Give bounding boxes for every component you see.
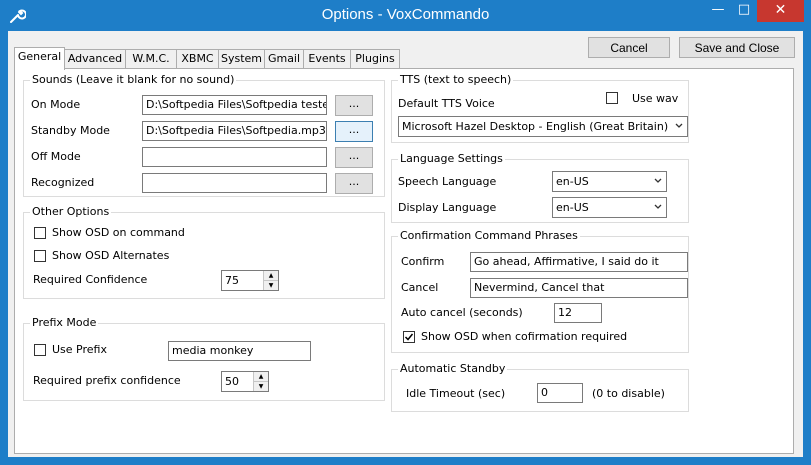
- prefix-mode-group: Prefix Mode Use Prefix media monkey Requ…: [23, 316, 385, 401]
- display-language-dropdown[interactable]: en-US: [552, 197, 667, 218]
- tab-advanced[interactable]: Advanced: [64, 49, 126, 69]
- cancel-label: Cancel: [401, 281, 439, 294]
- show-osd-confirmation-label: Show OSD when cofirmation required: [421, 330, 628, 343]
- required-prefix-confidence-label: Required prefix confidence: [33, 374, 181, 387]
- tts-voice-dropdown[interactable]: Microsoft Hazel Desktop - English (Great…: [398, 116, 688, 137]
- prefix-confidence-spin-buttons[interactable]: ▲ ▼: [253, 372, 268, 391]
- standby-mode-browse-button[interactable]: ...: [335, 121, 373, 142]
- options-window: Options - VoxCommando — □ ✕ Cancel Save …: [0, 0, 811, 465]
- recognized-browse-button[interactable]: ...: [335, 173, 373, 194]
- speech-language-dropdown[interactable]: en-US: [552, 171, 667, 192]
- default-tts-voice-label: Default TTS Voice: [398, 97, 495, 110]
- tts-voice-value: Microsoft Hazel Desktop - English (Great…: [402, 120, 669, 133]
- minimize-button[interactable]: —: [705, 0, 731, 22]
- tab-system[interactable]: System: [218, 49, 265, 69]
- required-confidence-spin-buttons[interactable]: ▲ ▼: [263, 271, 278, 290]
- window-title: Options - VoxCommando: [321, 6, 490, 23]
- show-osd-on-command-label: Show OSD on command: [52, 226, 185, 239]
- tts-group-label: TTS (text to speech): [398, 73, 514, 86]
- off-mode-label: Off Mode: [31, 150, 81, 163]
- off-mode-browse-button[interactable]: ...: [335, 147, 373, 168]
- on-mode-label: On Mode: [31, 98, 81, 111]
- checkmark-icon: [404, 333, 414, 341]
- show-osd-alternates-label: Show OSD Alternates: [52, 249, 170, 262]
- automatic-standby-group: Automatic Standby Idle Timeout (sec) 0 (…: [391, 362, 689, 412]
- other-options-group-label: Other Options: [30, 205, 112, 218]
- required-confidence-value: 75: [225, 274, 239, 287]
- title-bar[interactable]: Options - VoxCommando — □ ✕: [0, 0, 811, 31]
- prefix-mode-group-label: Prefix Mode: [30, 316, 99, 329]
- tab-plugins[interactable]: Plugins: [350, 49, 400, 69]
- cancel-phrases-field[interactable]: Nevermind, Cancel that: [470, 278, 688, 298]
- standby-mode-label: Standby Mode: [31, 124, 110, 137]
- spin-down-icon[interactable]: ▼: [264, 281, 278, 290]
- use-prefix-checkbox[interactable]: [34, 344, 46, 356]
- language-settings-group-label: Language Settings: [398, 152, 505, 165]
- tab-gmail[interactable]: Gmail: [264, 49, 304, 69]
- standby-mode-path-field[interactable]: D:\Softpedia Files\Softpedia.mp3.wav: [142, 121, 327, 141]
- sounds-group: Sounds (Leave it blank for no sound) On …: [23, 73, 385, 197]
- recognized-label: Recognized: [31, 176, 95, 189]
- other-options-group: Other Options Show OSD on command Show O…: [23, 205, 385, 299]
- tab-general[interactable]: General: [14, 47, 65, 70]
- idle-timeout-field[interactable]: 0: [537, 383, 583, 403]
- tts-group: TTS (text to speech) Default TTS Voice U…: [391, 73, 689, 143]
- maximize-button[interactable]: □: [731, 0, 757, 22]
- show-osd-alternates-checkbox[interactable]: [34, 250, 46, 262]
- display-language-value: en-US: [556, 201, 589, 214]
- display-language-label: Display Language: [398, 201, 497, 214]
- auto-cancel-seconds-field[interactable]: 12: [554, 303, 602, 323]
- required-confidence-label: Required Confidence: [33, 273, 148, 286]
- chevron-down-icon: [675, 123, 683, 128]
- tab-wmc[interactable]: W.M.C.: [125, 49, 177, 69]
- cancel-button[interactable]: Cancel: [588, 37, 670, 58]
- sounds-group-label: Sounds (Leave it blank for no sound): [30, 73, 237, 86]
- spin-up-icon[interactable]: ▲: [254, 372, 268, 382]
- idle-timeout-hint: (0 to disable): [592, 387, 665, 400]
- confirmation-phrases-group-label: Confirmation Command Phrases: [398, 229, 580, 242]
- use-wav-checkbox[interactable]: [606, 92, 618, 104]
- spin-up-icon[interactable]: ▲: [264, 271, 278, 281]
- off-mode-path-field[interactable]: [142, 147, 327, 167]
- language-settings-group: Language Settings Speech Language en-US …: [391, 152, 689, 223]
- on-mode-path-field[interactable]: D:\Softpedia Files\Softpedia tested.wa: [142, 95, 327, 115]
- general-tab-page: Sounds (Leave it blank for no sound) On …: [14, 68, 794, 454]
- tab-events[interactable]: Events: [303, 49, 351, 69]
- use-prefix-label: Use Prefix: [52, 343, 107, 356]
- chevron-down-icon: [654, 178, 662, 183]
- automatic-standby-group-label: Automatic Standby: [398, 362, 508, 375]
- auto-cancel-label: Auto cancel (seconds): [401, 306, 523, 319]
- prefix-text-field[interactable]: media monkey: [168, 341, 311, 361]
- use-wav-label: Use wav: [632, 92, 679, 105]
- close-button[interactable]: ✕: [757, 0, 804, 22]
- confirm-label: Confirm: [401, 255, 445, 268]
- speech-language-label: Speech Language: [398, 175, 497, 188]
- spin-down-icon[interactable]: ▼: [254, 382, 268, 391]
- show-osd-confirmation-checkbox[interactable]: [403, 331, 415, 343]
- show-osd-on-command-checkbox[interactable]: [34, 227, 46, 239]
- confirmation-phrases-group: Confirmation Command Phrases Confirm Go …: [391, 229, 689, 353]
- required-prefix-confidence-stepper[interactable]: 50 ▲ ▼: [221, 371, 269, 392]
- tab-xbmc[interactable]: XBMC: [176, 49, 219, 69]
- required-confidence-stepper[interactable]: 75 ▲ ▼: [221, 270, 279, 291]
- chevron-down-icon: [654, 204, 662, 209]
- idle-timeout-label: Idle Timeout (sec): [406, 387, 506, 400]
- recognized-path-field[interactable]: [142, 173, 327, 193]
- confirm-phrases-field[interactable]: Go ahead, Affirmative, I said do it: [470, 252, 688, 272]
- required-prefix-confidence-value: 50: [225, 375, 239, 388]
- on-mode-browse-button[interactable]: ...: [335, 95, 373, 116]
- save-and-close-button[interactable]: Save and Close: [679, 37, 795, 58]
- dialog-client: Cancel Save and Close General Advanced W…: [8, 31, 803, 457]
- speech-language-value: en-US: [556, 175, 589, 188]
